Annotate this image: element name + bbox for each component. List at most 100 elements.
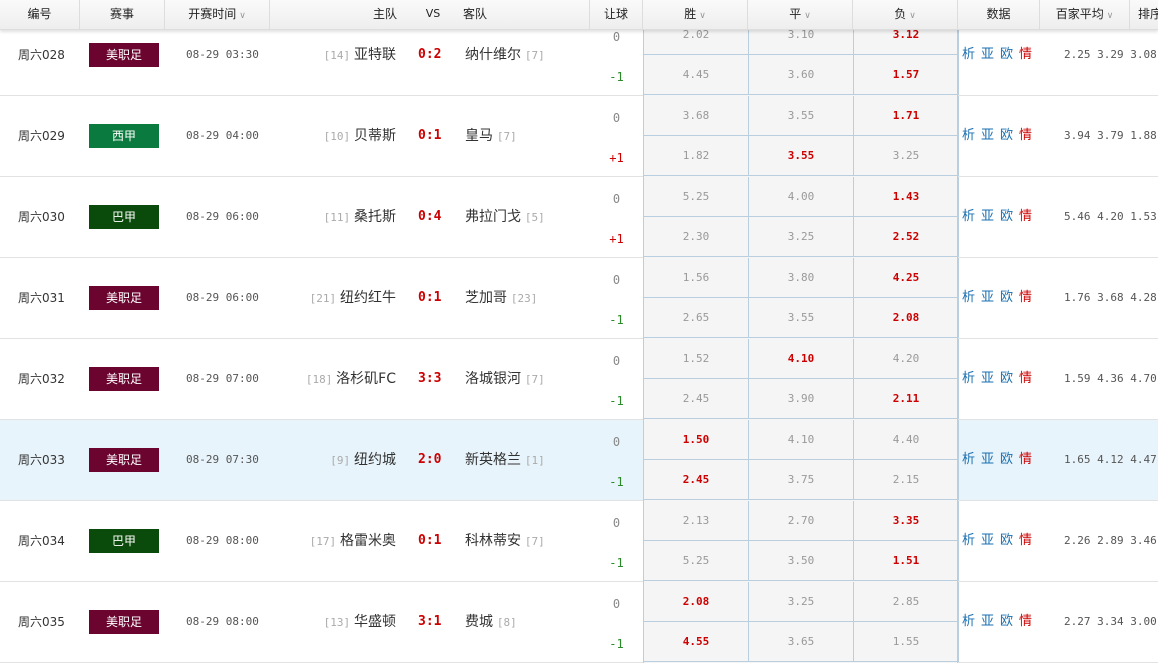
odds-lose[interactable]: 1.43 xyxy=(854,177,959,217)
analysis-link[interactable]: 析 xyxy=(962,290,975,305)
odds-win[interactable]: 1.50 xyxy=(644,420,749,460)
col-draw-sort[interactable]: 平∨ xyxy=(748,0,853,30)
match-row[interactable]: 周六032 美职足 08-29 07:00 [18] 洛杉矶FC 3:3 洛城银… xyxy=(0,339,1158,420)
analysis-link[interactable]: 析 xyxy=(962,533,975,548)
odds-draw[interactable]: 3.55 xyxy=(749,96,854,136)
odds-draw[interactable]: 3.55 xyxy=(749,298,854,338)
odds-draw[interactable]: 4.00 xyxy=(749,177,854,217)
odds-lose[interactable]: 2.15 xyxy=(854,460,959,500)
asia-odds-link[interactable]: 亚 xyxy=(981,290,994,305)
odds-win[interactable]: 1.52 xyxy=(644,339,749,379)
col-lose-sort[interactable]: 负∨ xyxy=(853,0,958,30)
league-badge[interactable]: 美职足 xyxy=(89,448,159,472)
asia-odds-link[interactable]: 亚 xyxy=(981,614,994,629)
league-badge[interactable]: 西甲 xyxy=(89,124,159,148)
odds-draw[interactable]: 3.80 xyxy=(749,258,854,298)
odds-win[interactable]: 4.55 xyxy=(644,622,749,662)
intel-link[interactable]: 情 xyxy=(1019,533,1032,548)
analysis-link[interactable]: 析 xyxy=(962,452,975,467)
odds-lose[interactable]: 1.57 xyxy=(854,55,959,95)
odds-win[interactable]: 5.25 xyxy=(644,177,749,217)
asia-odds-link[interactable]: 亚 xyxy=(981,371,994,386)
away-team[interactable]: 费城 [8] xyxy=(465,582,517,662)
odds-lose[interactable]: 3.25 xyxy=(854,136,959,176)
score[interactable]: 0:1 xyxy=(418,258,441,338)
asia-odds-link[interactable]: 亚 xyxy=(981,128,994,143)
league-badge[interactable]: 巴甲 xyxy=(89,205,159,229)
league-badge[interactable]: 巴甲 xyxy=(89,529,159,553)
match-row[interactable]: 周六030 巴甲 08-29 06:00 [11] 桑托斯 0:4 弗拉门戈 [… xyxy=(0,177,1158,258)
away-team[interactable]: 新英格兰 [1] xyxy=(465,420,545,500)
odds-win[interactable]: 1.82 xyxy=(644,136,749,176)
intel-link[interactable]: 情 xyxy=(1019,128,1032,143)
league-badge[interactable]: 美职足 xyxy=(89,610,159,634)
league-badge[interactable]: 美职足 xyxy=(89,367,159,391)
col-avg-sort[interactable]: 百家平均∨ xyxy=(1040,0,1130,30)
home-team[interactable]: [10] 贝蒂斯 xyxy=(324,96,396,176)
odds-win[interactable]: 2.08 xyxy=(644,582,749,622)
odds-draw[interactable]: 3.25 xyxy=(749,217,854,257)
intel-link[interactable]: 情 xyxy=(1019,290,1032,305)
league-badge[interactable]: 美职足 xyxy=(89,43,159,67)
odds-lose[interactable]: 4.20 xyxy=(854,339,959,379)
league-badge[interactable]: 美职足 xyxy=(89,286,159,310)
intel-link[interactable]: 情 xyxy=(1019,209,1032,224)
analysis-link[interactable]: 析 xyxy=(962,371,975,386)
asia-odds-link[interactable]: 亚 xyxy=(981,533,994,548)
col-win-sort[interactable]: 胜∨ xyxy=(643,0,748,30)
odds-draw[interactable]: 3.50 xyxy=(749,541,854,581)
score[interactable]: 0:1 xyxy=(418,96,441,176)
analysis-link[interactable]: 析 xyxy=(962,614,975,629)
odds-draw[interactable]: 4.10 xyxy=(749,420,854,460)
euro-odds-link[interactable]: 欧 xyxy=(1000,452,1013,467)
match-row[interactable]: 周六035 美职足 08-29 08:00 [13] 华盛顿 3:1 费城 [8… xyxy=(0,582,1158,663)
odds-lose[interactable]: 2.08 xyxy=(854,298,959,338)
intel-link[interactable]: 情 xyxy=(1019,47,1032,62)
odds-win[interactable]: 2.65 xyxy=(644,298,749,338)
col-time-sort[interactable]: 开赛时间∨ xyxy=(165,0,270,30)
asia-odds-link[interactable]: 亚 xyxy=(981,452,994,467)
intel-link[interactable]: 情 xyxy=(1019,371,1032,386)
asia-odds-link[interactable]: 亚 xyxy=(981,209,994,224)
odds-win[interactable]: 2.30 xyxy=(644,217,749,257)
euro-odds-link[interactable]: 欧 xyxy=(1000,128,1013,143)
odds-win[interactable]: 2.13 xyxy=(644,501,749,541)
odds-lose[interactable]: 1.55 xyxy=(854,622,959,662)
score[interactable]: 2:0 xyxy=(418,420,441,500)
analysis-link[interactable]: 析 xyxy=(962,128,975,143)
intel-link[interactable]: 情 xyxy=(1019,452,1032,467)
odds-win[interactable]: 3.68 xyxy=(644,96,749,136)
odds-lose[interactable]: 3.35 xyxy=(854,501,959,541)
score[interactable]: 0:4 xyxy=(418,177,441,257)
odds-lose[interactable]: 1.71 xyxy=(854,96,959,136)
away-team[interactable]: 洛城银河 [7] xyxy=(465,339,545,419)
score[interactable]: 0:1 xyxy=(418,501,441,581)
analysis-link[interactable]: 析 xyxy=(962,47,975,62)
euro-odds-link[interactable]: 欧 xyxy=(1000,209,1013,224)
odds-lose[interactable]: 2.52 xyxy=(854,217,959,257)
odds-draw[interactable]: 3.55 xyxy=(749,136,854,176)
score[interactable]: 3:3 xyxy=(418,339,441,419)
col-league[interactable]: 赛事 xyxy=(80,0,165,30)
home-team[interactable]: [18] 洛杉矶FC xyxy=(306,339,396,419)
odds-draw[interactable]: 3.60 xyxy=(749,55,854,95)
match-row[interactable]: 周六033 美职足 08-29 07:30 [9] 纽约城 2:0 新英格兰 [… xyxy=(0,420,1158,501)
home-team[interactable]: [9] 纽约城 xyxy=(330,420,396,500)
home-team[interactable]: [11] 桑托斯 xyxy=(324,177,396,257)
odds-lose[interactable]: 4.40 xyxy=(854,420,959,460)
analysis-link[interactable]: 析 xyxy=(962,209,975,224)
odds-draw[interactable]: 3.25 xyxy=(749,582,854,622)
euro-odds-link[interactable]: 欧 xyxy=(1000,533,1013,548)
euro-odds-link[interactable]: 欧 xyxy=(1000,371,1013,386)
odds-win[interactable]: 2.45 xyxy=(644,379,749,419)
match-row[interactable]: 周六034 巴甲 08-29 08:00 [17] 格雷米奥 0:1 科林蒂安 … xyxy=(0,501,1158,582)
odds-win[interactable]: 1.56 xyxy=(644,258,749,298)
euro-odds-link[interactable]: 欧 xyxy=(1000,614,1013,629)
odds-draw[interactable]: 3.75 xyxy=(749,460,854,500)
away-team[interactable]: 皇马 [7] xyxy=(465,96,517,176)
col-sort[interactable]: 排序 xyxy=(1130,0,1158,30)
odds-draw[interactable]: 3.65 xyxy=(749,622,854,662)
score[interactable]: 3:1 xyxy=(418,582,441,662)
match-row[interactable]: 周六029 西甲 08-29 04:00 [10] 贝蒂斯 0:1 皇马 [7]… xyxy=(0,96,1158,177)
odds-win[interactable]: 2.45 xyxy=(644,460,749,500)
